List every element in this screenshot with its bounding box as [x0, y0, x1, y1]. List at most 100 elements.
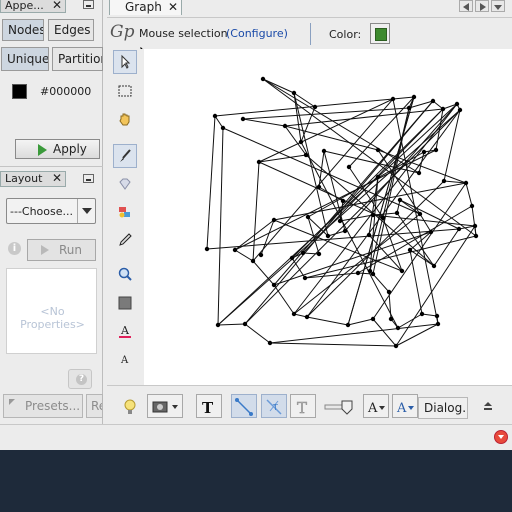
graph-edge[interactable]	[323, 150, 346, 232]
graph-node[interactable]	[463, 180, 469, 186]
graph-edge[interactable]	[269, 342, 397, 347]
graph-node[interactable]	[260, 76, 266, 82]
nav-menu-icon[interactable]	[491, 0, 505, 12]
nodes-tab[interactable]: Nodes	[2, 19, 44, 41]
graph-edge[interactable]	[217, 127, 224, 326]
graph-node[interactable]	[397, 197, 403, 203]
node-color-button[interactable]	[370, 23, 390, 44]
graph-node[interactable]	[430, 98, 436, 104]
layout-select[interactable]: ---Choose...	[6, 198, 96, 224]
graph-node[interactable]	[304, 314, 310, 320]
edges-tab[interactable]: Edges	[48, 19, 94, 41]
minimize-layout-icon[interactable]	[83, 174, 94, 183]
close-graph-icon[interactable]: ✕	[168, 0, 178, 14]
close-appearance-icon[interactable]: ✕	[52, 0, 62, 11]
text-size-button[interactable]: A	[113, 347, 137, 371]
graph-node[interactable]	[250, 258, 256, 264]
graph-node[interactable]	[355, 270, 361, 276]
graph-edge[interactable]	[433, 228, 460, 267]
graph-node[interactable]	[380, 215, 386, 221]
graph-node[interactable]	[267, 340, 273, 346]
diamond-tool-button[interactable]	[113, 172, 137, 196]
graph-node[interactable]	[454, 101, 460, 107]
color-swatch[interactable]	[12, 84, 27, 99]
text-color-button[interactable]: A	[113, 319, 137, 343]
graph-node[interactable]	[431, 263, 437, 269]
shortest-path-button[interactable]	[113, 291, 137, 315]
tab-graph[interactable]: Graph ✕	[109, 0, 182, 15]
graph-node[interactable]	[232, 247, 238, 253]
graph-node[interactable]	[370, 316, 376, 322]
font-select[interactable]: Dialog...	[418, 397, 468, 419]
graph-node[interactable]	[305, 214, 311, 220]
graph-node[interactable]	[419, 311, 425, 317]
graph-edge[interactable]	[293, 213, 421, 315]
graph-node[interactable]	[441, 178, 447, 184]
graph-edge[interactable]	[395, 323, 439, 347]
graph-node[interactable]	[271, 282, 277, 288]
graph-node[interactable]	[406, 105, 412, 111]
graph-edge[interactable]	[252, 161, 260, 262]
network-graph[interactable]	[144, 49, 512, 385]
graph-edge[interactable]	[372, 273, 390, 293]
graph-edge[interactable]	[392, 96, 415, 100]
font-color-button[interactable]: A	[392, 394, 418, 418]
graph-node[interactable]	[300, 250, 306, 256]
graph-node[interactable]	[417, 211, 423, 217]
edge-curved-button[interactable]	[231, 394, 257, 418]
run-button[interactable]: Run	[27, 239, 96, 261]
graph-edge[interactable]	[306, 316, 349, 326]
minimize-icon[interactable]	[83, 0, 94, 9]
graph-node[interactable]	[325, 233, 331, 239]
graph-edge[interactable]	[242, 118, 286, 127]
error-notification-icon[interactable]	[494, 430, 508, 444]
graph-node[interactable]	[388, 316, 394, 322]
graph-node[interactable]	[345, 322, 351, 328]
graph-node[interactable]	[375, 147, 381, 153]
nav-right-icon[interactable]	[475, 0, 489, 12]
graph-node[interactable]	[291, 90, 297, 96]
graph-node[interactable]	[390, 96, 396, 102]
graph-node[interactable]	[473, 233, 479, 239]
graph-node[interactable]	[256, 159, 262, 165]
graph-edge[interactable]	[273, 182, 467, 221]
graph-node[interactable]	[282, 123, 288, 129]
node-text-button[interactable]: T	[290, 394, 316, 418]
rectangle-select-button[interactable]	[113, 79, 137, 103]
graph-node[interactable]	[411, 94, 417, 100]
graph-node[interactable]	[220, 125, 226, 131]
graph-node[interactable]	[215, 322, 221, 328]
graph-edge[interactable]	[419, 213, 432, 233]
graph-node[interactable]	[367, 268, 373, 274]
graph-node[interactable]	[337, 218, 343, 224]
graph-node[interactable]	[394, 210, 400, 216]
graph-edge[interactable]	[409, 249, 423, 315]
partition-tab[interactable]: Partition	[52, 47, 103, 71]
reset-button[interactable]: Re	[86, 394, 103, 418]
graph-node[interactable]	[240, 116, 246, 122]
chevron-down-icon[interactable]	[77, 199, 95, 223]
info-icon[interactable]: i	[8, 242, 21, 255]
graph-edge[interactable]	[234, 249, 254, 262]
graph-edge[interactable]	[372, 214, 476, 227]
drag-tool-button[interactable]	[113, 107, 137, 131]
graph-edge[interactable]	[465, 182, 473, 207]
pointer-tool-button[interactable]	[113, 50, 137, 74]
graph-edge[interactable]	[206, 115, 216, 250]
graph-node[interactable]	[428, 229, 434, 235]
graph-node[interactable]	[258, 252, 264, 258]
graph-edge[interactable]	[372, 318, 397, 347]
graph-canvas[interactable]	[144, 49, 512, 385]
graph-edge[interactable]	[269, 323, 439, 344]
graph-node[interactable]	[386, 289, 392, 295]
graph-node[interactable]	[346, 164, 352, 170]
graph-node[interactable]	[271, 217, 277, 223]
graph-node[interactable]	[434, 313, 440, 319]
graph-node[interactable]	[393, 343, 399, 349]
text-label-button[interactable]: T	[196, 394, 222, 418]
graph-edge[interactable]	[347, 318, 374, 326]
configure-link[interactable]: (Configure)	[226, 27, 288, 40]
graph-edge[interactable]	[421, 313, 438, 317]
graph-edge[interactable]	[217, 323, 246, 326]
graph-node[interactable]	[407, 247, 413, 253]
